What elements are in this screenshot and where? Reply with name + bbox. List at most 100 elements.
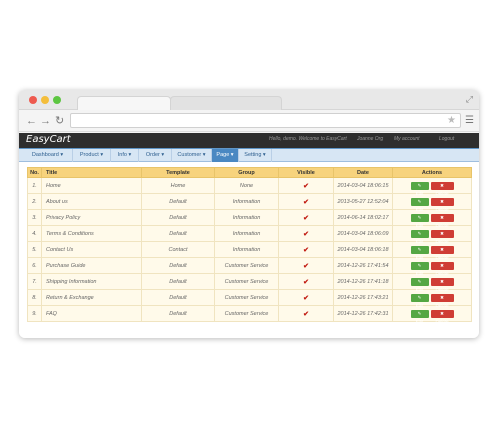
row-template: Contact bbox=[141, 241, 215, 258]
row-number: 1. bbox=[27, 177, 42, 194]
row-title: Shipping Information bbox=[41, 273, 142, 290]
visible-check-icon[interactable]: ✔ bbox=[303, 199, 309, 206]
visible-check-icon[interactable]: ✔ bbox=[303, 183, 309, 190]
visible-check-icon[interactable]: ✔ bbox=[303, 215, 309, 222]
delete-button[interactable]: ✖ Delete bbox=[430, 261, 454, 276]
row-group: None bbox=[214, 177, 279, 194]
table-row: 7. Shipping Information Default Customer Se… bbox=[27, 273, 472, 292]
brand-logo[interactable]: EasyCart bbox=[26, 134, 71, 145]
header-visible[interactable]: Visible bbox=[278, 167, 334, 178]
my-account-link[interactable]: My account bbox=[394, 136, 420, 142]
row-number: 8. bbox=[27, 289, 42, 306]
actions-cell: ✎ Edit✖ Delete bbox=[392, 305, 472, 324]
visible-check-icon[interactable]: ✔ bbox=[303, 263, 309, 270]
actions-cell: ✎ Edit✖ Delete bbox=[392, 177, 472, 196]
browser-window: ⤢ ← → ↻ ★ ☰ EasyCart Hello, demo. Welcom… bbox=[19, 90, 479, 338]
edit-button[interactable]: ✎ Edit bbox=[410, 229, 429, 244]
edit-button[interactable]: ✎ Edit bbox=[410, 181, 429, 196]
header-template[interactable]: Template bbox=[141, 167, 215, 178]
delete-button[interactable]: ✖ Delete bbox=[430, 309, 454, 324]
nav-page[interactable]: Page ▾ bbox=[212, 149, 239, 162]
row-date: 2014-12-26 17:41:54 bbox=[333, 257, 393, 274]
browser-menu-icon[interactable]: ☰ bbox=[465, 113, 474, 129]
table-row: 6. Purchase Guide Default Customer Service ✔… bbox=[27, 257, 472, 276]
delete-button[interactable]: ✖ Delete bbox=[430, 197, 454, 212]
logout-link[interactable]: Logout bbox=[439, 136, 454, 142]
nav-customer[interactable]: Customer ▾ bbox=[172, 149, 212, 162]
edit-button[interactable]: ✎ Edit bbox=[410, 309, 429, 324]
visible-check-icon[interactable]: ✔ bbox=[303, 295, 309, 302]
edit-button[interactable]: ✎ Edit bbox=[410, 261, 429, 276]
bookmark-star-icon[interactable]: ★ bbox=[447, 114, 456, 128]
visible-check-icon[interactable]: ✔ bbox=[303, 311, 309, 318]
minimize-window-button[interactable] bbox=[41, 96, 49, 104]
row-group: Information bbox=[214, 209, 279, 226]
actions-cell: ✎ Edit✖ Delete bbox=[392, 193, 472, 212]
close-window-button[interactable] bbox=[29, 96, 37, 104]
forward-arrow-icon[interactable]: → bbox=[40, 113, 51, 129]
site-link[interactable]: Joanne Org bbox=[357, 136, 383, 142]
delete-button[interactable]: ✖ Delete bbox=[430, 229, 454, 244]
table-row: 8. Return & Exchange Default Customer Servi… bbox=[27, 289, 472, 308]
pages-table-container: No. Title Template Group Visible Date Ac… bbox=[27, 167, 472, 324]
browser-tab-active[interactable] bbox=[77, 96, 171, 110]
row-date: 2014-12-26 17:43:21 bbox=[333, 289, 393, 306]
nav-setting[interactable]: Setting ▾ bbox=[239, 149, 272, 162]
address-bar[interactable]: ★ bbox=[70, 113, 461, 128]
row-number: 9. bbox=[27, 305, 42, 322]
row-number: 6. bbox=[27, 257, 42, 274]
header-date[interactable]: Date bbox=[333, 167, 393, 178]
table-row: 5. Contact Us Contact Information ✔ 2014-03-0… bbox=[27, 241, 472, 260]
header-group[interactable]: Group bbox=[214, 167, 279, 178]
back-arrow-icon[interactable]: ← bbox=[26, 113, 37, 129]
row-date: 2014-03-04 18:06:09 bbox=[333, 225, 393, 242]
visible-check-icon[interactable]: ✔ bbox=[303, 279, 309, 286]
actions-cell: ✎ Edit✖ Delete bbox=[392, 241, 472, 260]
edit-button[interactable]: ✎ Edit bbox=[410, 277, 429, 292]
visible-cell: ✔ bbox=[278, 193, 334, 210]
row-number: 4. bbox=[27, 225, 42, 242]
row-template: Default bbox=[141, 305, 215, 322]
row-title: FAQ bbox=[41, 305, 142, 322]
nav-info[interactable]: Info ▾ bbox=[111, 149, 139, 162]
row-number: 3. bbox=[27, 209, 42, 226]
nav-dashboard[interactable]: Dashboard ▾ bbox=[23, 149, 73, 162]
edit-button[interactable]: ✎ Edit bbox=[410, 197, 429, 212]
row-group: Information bbox=[214, 241, 279, 258]
visible-check-icon[interactable]: ✔ bbox=[303, 247, 309, 254]
delete-button[interactable]: ✖ Delete bbox=[430, 213, 454, 228]
visible-cell: ✔ bbox=[278, 177, 334, 194]
delete-button[interactable]: ✖ Delete bbox=[430, 181, 454, 196]
row-title: Terms & Conditions bbox=[41, 225, 142, 242]
reload-icon[interactable]: ↻ bbox=[55, 113, 64, 129]
row-date: 2014-03-04 18:06:18 bbox=[333, 241, 393, 258]
row-group: Customer Service bbox=[214, 273, 279, 290]
edit-button[interactable]: ✎ Edit bbox=[410, 245, 429, 260]
greeting-text: Hello, demo. Welcome to EasyCart bbox=[269, 136, 347, 142]
row-title: Return & Exchange bbox=[41, 289, 142, 306]
row-template: Default bbox=[141, 289, 215, 306]
visible-cell: ✔ bbox=[278, 289, 334, 306]
nav-product[interactable]: Product ▾ bbox=[73, 149, 111, 162]
nav-order[interactable]: Order ▾ bbox=[139, 149, 172, 162]
visible-check-icon[interactable]: ✔ bbox=[303, 231, 309, 238]
table-row: 9. FAQ Default Customer Service ✔ 2014-12-26 … bbox=[27, 305, 472, 324]
actions-cell: ✎ Edit✖ Delete bbox=[392, 209, 472, 228]
delete-button[interactable]: ✖ Delete bbox=[430, 245, 454, 260]
browser-tab[interactable] bbox=[170, 96, 282, 110]
header-no[interactable]: No. bbox=[27, 167, 42, 178]
fullscreen-icon[interactable]: ⤢ bbox=[466, 94, 473, 105]
row-title: Contact Us bbox=[41, 241, 142, 258]
edit-button[interactable]: ✎ Edit bbox=[410, 293, 429, 308]
row-number: 7. bbox=[27, 273, 42, 290]
visible-cell: ✔ bbox=[278, 241, 334, 258]
header-title[interactable]: Title bbox=[41, 167, 142, 178]
row-date: 2014-12-26 17:41:18 bbox=[333, 273, 393, 290]
app-header: EasyCart Hello, demo. Welcome to EasyCar… bbox=[19, 133, 479, 148]
delete-button[interactable]: ✖ Delete bbox=[430, 277, 454, 292]
row-number: 2. bbox=[27, 193, 42, 210]
edit-button[interactable]: ✎ Edit bbox=[410, 213, 429, 228]
table-header-row: No. Title Template Group Visible Date Ac… bbox=[27, 167, 472, 178]
delete-button[interactable]: ✖ Delete bbox=[430, 293, 454, 308]
maximize-window-button[interactable] bbox=[53, 96, 61, 104]
